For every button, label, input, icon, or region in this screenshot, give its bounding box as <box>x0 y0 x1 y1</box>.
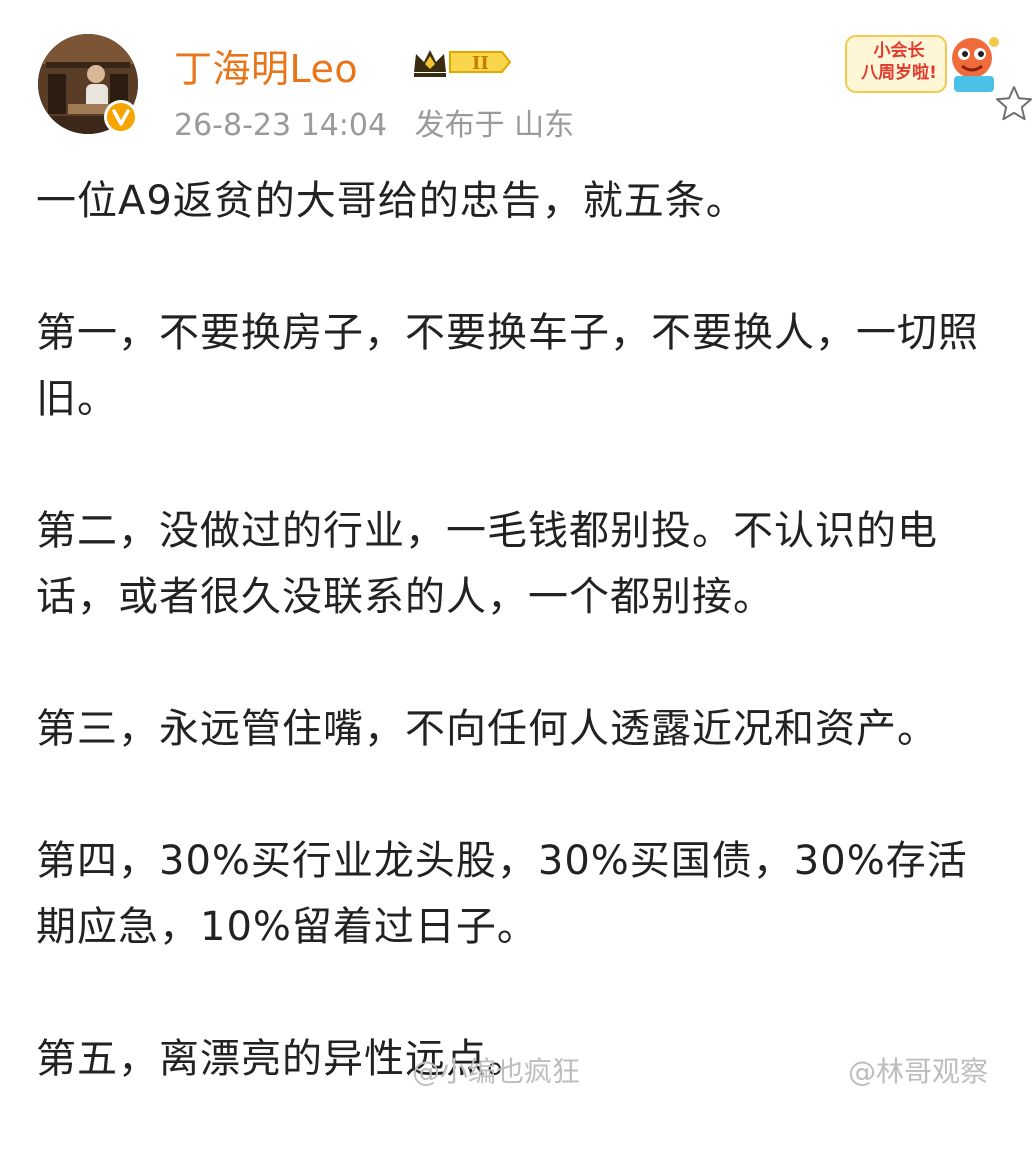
post-paragraph: 第四，30%买行业龙头股，30%买国债，30%存活期应急，10%留着过日子。 <box>36 838 968 950</box>
post-header: 丁海明Leo II 26-8-23 14:04 发布于 山东 小会长 八周岁啦! <box>38 34 1032 144</box>
post-meta: 26-8-23 14:04 发布于 山东 <box>174 100 574 144</box>
verified-v-icon <box>112 109 130 126</box>
sticker-text: 小会长 八周岁啦! <box>856 40 942 84</box>
post-paragraph: 第三，永远管住嘴，不向任何人透露近况和资产。 <box>36 706 938 752</box>
post-paragraph: 一位A9返贫的大哥给的忠告，就五条。 <box>36 178 747 224</box>
watermark-right: @林哥观察 <box>848 1055 989 1088</box>
post-paragraph: 第一，不要换房子，不要换车子，不要换人，一切照旧。 <box>36 310 979 422</box>
vip-level-text: II <box>472 53 489 74</box>
vip-level-badge[interactable]: II <box>410 42 514 82</box>
post-body: 一位A9返贫的大哥给的忠告，就五条。 第一，不要换房子，不要换车子，不要换人，一… <box>36 168 998 1158</box>
star-outline-icon[interactable] <box>994 84 1032 124</box>
crown-icon <box>414 50 446 77</box>
verified-badge <box>104 100 138 134</box>
avatar-container[interactable] <box>38 34 138 134</box>
post-paragraph: 第二，没做过的行业，一毛钱都别投。不认识的电话，或者很久没联系的人，一个都别接。 <box>36 508 938 620</box>
mascot-icon <box>952 37 999 92</box>
watermark-left: @小编也疯狂 <box>412 1055 581 1088</box>
user-name[interactable]: 丁海明Leo <box>174 38 358 93</box>
sticker-line-2: 八周岁啦! <box>861 63 937 83</box>
post-location: 发布于 山东 <box>414 108 575 143</box>
post-time: 26-8-23 14:04 <box>174 108 388 143</box>
anniversary-sticker[interactable]: 小会长 八周岁啦! <box>844 34 1004 98</box>
sticker-line-1: 小会长 <box>873 41 925 61</box>
